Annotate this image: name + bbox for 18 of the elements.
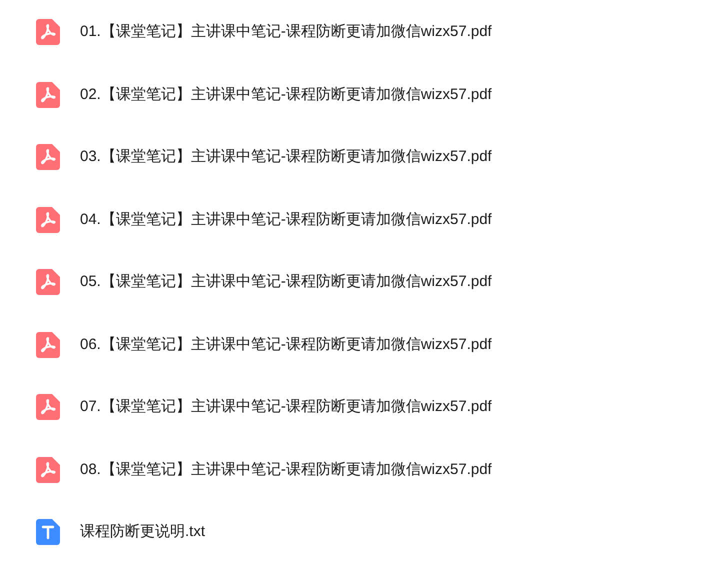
file-name[interactable]: 06.【课堂笔记】主讲课中笔记-课程防断更请加微信wizx57.pdf bbox=[80, 334, 492, 356]
file-name[interactable]: 08.【课堂笔记】主讲课中笔记-课程防断更请加微信wizx57.pdf bbox=[80, 458, 492, 481]
pdf-file-icon bbox=[36, 19, 60, 46]
pdf-file-icon bbox=[36, 82, 60, 108]
pdf-file-icon bbox=[36, 144, 60, 170]
file-name[interactable]: 04.【课堂笔记】主讲课中笔记-课程防断更请加微信wizx57.pdf bbox=[80, 208, 492, 231]
file-name[interactable]: 课程防断更说明.txt bbox=[80, 521, 206, 544]
file-name[interactable]: 02.【课堂笔记】主讲课中笔记-课程防断更请加微信wizx57.pdf bbox=[80, 84, 492, 106]
pdf-file-icon bbox=[36, 332, 60, 358]
file-name[interactable]: 03.【课堂笔记】主讲课中笔记-课程防断更请加微信wizx57.pdf bbox=[80, 146, 492, 168]
pdf-file-icon bbox=[36, 206, 60, 233]
file-name[interactable]: 07.【课堂笔记】主讲课中笔记-课程防断更请加微信wizx57.pdf bbox=[80, 396, 492, 418]
pdf-file-icon bbox=[36, 394, 60, 420]
pdf-file-icon bbox=[36, 456, 60, 483]
file-name[interactable]: 01.【课堂笔记】主讲课中笔记-课程防断更请加微信wizx57.pdf bbox=[80, 21, 492, 44]
file-name[interactable]: 05.【课堂笔记】主讲课中笔记-课程防断更请加微信wizx57.pdf bbox=[80, 271, 492, 294]
text-file-icon bbox=[36, 519, 60, 546]
pdf-file-icon bbox=[36, 269, 60, 296]
